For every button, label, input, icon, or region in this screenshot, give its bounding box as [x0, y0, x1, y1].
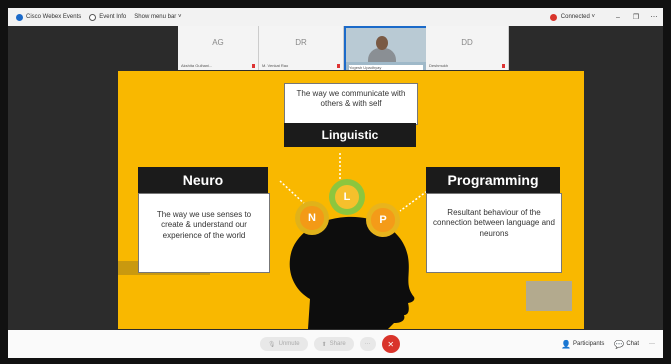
participant-initials: AG: [212, 38, 224, 47]
restore-button[interactable]: ❐: [627, 13, 645, 21]
participant-initials: DR: [295, 38, 307, 47]
close-icon: ✕: [387, 339, 395, 349]
connection-status-icon: [549, 13, 557, 21]
participant-tile[interactable]: DR M. Venkat Rao: [259, 26, 344, 70]
muted-mic-icon: [502, 63, 505, 68]
participants-icon: 👤: [561, 339, 571, 349]
participant-name: Deshmukh: [429, 63, 449, 68]
more-panels-button[interactable]: ···: [649, 341, 655, 347]
share-icon: ⬆: [321, 341, 327, 348]
app-menu[interactable]: Cisco Webex Events: [16, 13, 82, 21]
show-menu-bar-button[interactable]: Show menu bar ˅: [134, 14, 181, 20]
gear-p-icon: P: [366, 203, 400, 237]
gear-letter-n: N: [308, 211, 316, 224]
chat-label: Chat: [626, 341, 639, 347]
mic-icon: 🎙: [268, 341, 276, 348]
participant-initials: DD: [461, 38, 473, 47]
linguistic-description: The way we communicate with others & wit…: [296, 89, 406, 109]
share-label: Share: [329, 341, 346, 347]
programming-box: Resultant behaviour of the connection be…: [426, 193, 562, 273]
minimize-button[interactable]: –: [609, 14, 627, 21]
participant-name: M. Venkat Rao: [262, 63, 289, 68]
speaker-head: [376, 36, 388, 50]
linguistic-title: Linguistic: [284, 123, 416, 147]
programming-title: Programming: [426, 167, 560, 193]
nlp-slide: N L P The way we communicate with others…: [118, 71, 584, 329]
neuro-description: The way we use senses to create & unders…: [156, 210, 252, 240]
slide-right-block: [526, 281, 572, 311]
share-button[interactable]: ⬆ Share: [313, 337, 354, 351]
chat-icon: 💬: [614, 339, 625, 349]
title-bar: Cisco Webex Events Event Info Show menu …: [8, 8, 663, 26]
gear-l-icon: L: [329, 179, 365, 215]
participant-tile[interactable]: AG Akshita Gulhani...: [178, 26, 259, 70]
meeting-controls: 🎙 Unmute ⬆ Share ··· ✕ 👤 Participants 💬 …: [8, 330, 663, 358]
more-window-button[interactable]: ⋯: [645, 13, 663, 21]
app-name: Cisco Webex Events: [26, 14, 82, 20]
connection-status[interactable]: Connected ˅: [549, 13, 595, 21]
leave-button[interactable]: ✕: [381, 335, 400, 353]
show-menu-bar-label: Show menu bar ˅: [134, 14, 182, 20]
participant-strip: AG Akshita Gulhani... DR M. Venkat Rao Y…: [8, 26, 663, 74]
speaker-video: [346, 28, 426, 62]
unmute-label: Unmute: [278, 341, 300, 347]
connection-status-label: Connected ˅: [560, 14, 595, 20]
event-info-button[interactable]: Event Info: [89, 13, 127, 21]
gear-letter-l: L: [343, 191, 351, 203]
neuro-title: Neuro: [138, 167, 268, 193]
participants-label: Participants: [572, 341, 605, 347]
linguistic-box: The way we communicate with others & wit…: [284, 83, 418, 125]
participants-button[interactable]: 👤 Participants: [561, 340, 604, 349]
muted-mic-icon: [252, 63, 255, 68]
participant-tile[interactable]: DD Deshmukh: [426, 26, 509, 70]
more-options-button[interactable]: ···: [359, 337, 376, 351]
webex-window: Cisco Webex Events Event Info Show menu …: [0, 0, 671, 364]
unmute-button[interactable]: 🎙 Unmute: [260, 337, 308, 351]
chat-button[interactable]: 💬 Chat: [614, 340, 639, 349]
webex-logo-icon: [16, 13, 23, 21]
active-speaker-tile[interactable]: Yogesh Upadhyay: [344, 26, 428, 74]
speaker-body: [368, 48, 396, 62]
neuro-box: The way we use senses to create & unders…: [138, 193, 270, 273]
participant-name: Akshita Gulhani...: [181, 63, 213, 68]
gear-letter-p: P: [379, 213, 387, 226]
info-icon: [89, 13, 97, 21]
shared-content-area: N L P The way we communicate with others…: [8, 70, 663, 330]
programming-description: Resultant behaviour of the connection be…: [433, 208, 555, 238]
gear-n-icon: N: [295, 201, 329, 235]
event-info-label: Event Info: [99, 14, 127, 20]
muted-mic-icon: [337, 63, 340, 68]
